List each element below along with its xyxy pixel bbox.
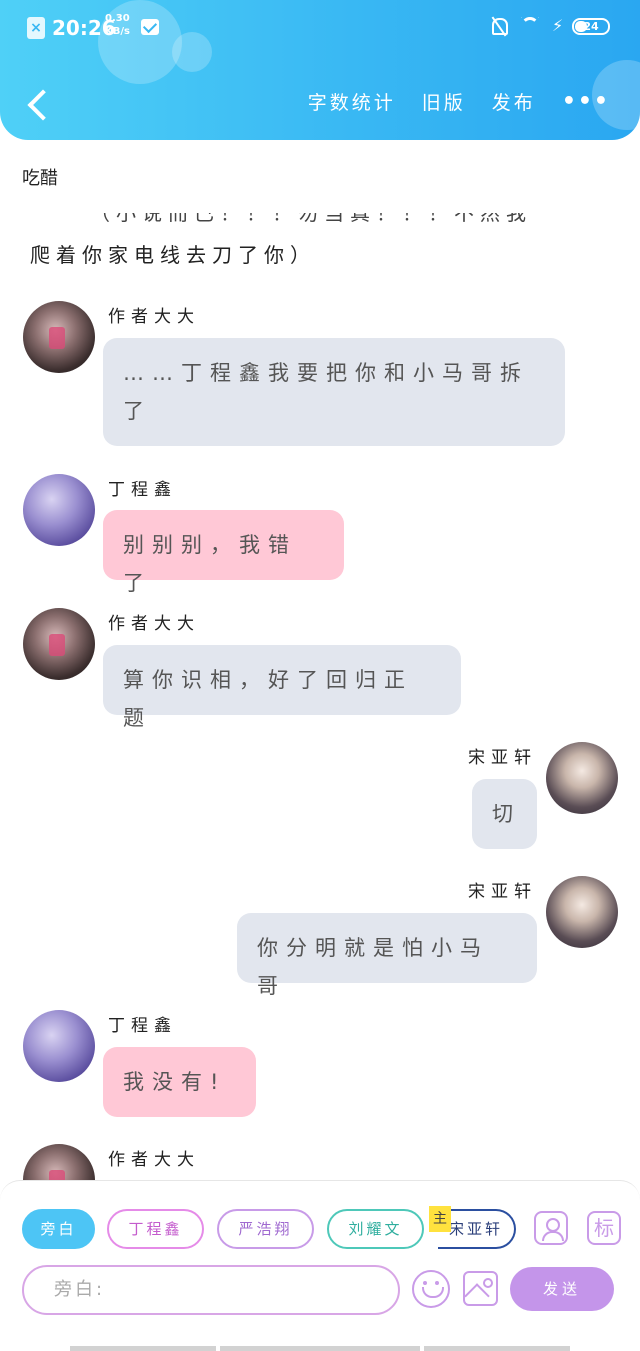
- speaker-name: 作者大大: [108, 1150, 200, 1170]
- wifi-icon: [518, 17, 542, 35]
- message-notification-icon: [141, 19, 159, 35]
- speaker-name: 作者大大: [108, 307, 200, 327]
- emoji-icon[interactable]: [412, 1270, 450, 1308]
- avatar[interactable]: [546, 876, 618, 948]
- message-bubble[interactable]: ……丁程鑫我要把你和小马哥拆了: [103, 338, 565, 446]
- message-bubble[interactable]: 切: [472, 779, 537, 849]
- status-icons: ⚡ 24: [490, 16, 610, 36]
- role-chip-ding[interactable]: 丁程鑫: [107, 1209, 204, 1249]
- speaker-name: 丁程鑫: [108, 1016, 177, 1036]
- send-button[interactable]: 发送: [510, 1267, 614, 1311]
- message-bubble[interactable]: 你分明就是怕小马哥: [237, 913, 537, 998]
- main-character-badge: 主: [429, 1206, 451, 1232]
- speaker-name: 宋亚轩: [468, 882, 537, 902]
- avatar[interactable]: [23, 301, 95, 373]
- app-notification-icon: ×: [27, 17, 45, 39]
- avatar[interactable]: [23, 1144, 95, 1180]
- tag-icon[interactable]: 标: [587, 1211, 621, 1245]
- chat-area[interactable]: 吃醋 （小说而已！！！勿当真！！！不然我 爬着你家电线去刀了你） 作者大大 ………: [0, 140, 640, 1180]
- speaker-name: 作者大大: [108, 614, 200, 634]
- narration-text: （小说而已！！！勿当真！！！不然我 爬着你家电线去刀了你）: [30, 210, 610, 274]
- publish-button[interactable]: 发布: [492, 88, 536, 115]
- message-bubble[interactable]: 我没有!: [103, 1047, 256, 1117]
- narration-cut-line: （小说而已！！！勿当真！！！不然我: [90, 201, 532, 225]
- network-speed: 0.30 KB/s: [105, 13, 130, 37]
- nav-indicator: [70, 1346, 216, 1351]
- status-bar: × 20:26 0.30 KB/s ⚡ 24: [0, 0, 640, 56]
- nav-indicator: [424, 1346, 570, 1351]
- speaker-name: 宋亚轩: [468, 748, 537, 768]
- back-icon[interactable]: [24, 86, 52, 126]
- top-app-bar: × 20:26 0.30 KB/s ⚡ 24 字数统计 旧版 发布 •••: [0, 0, 640, 140]
- role-chip-liu[interactable]: 刘耀文: [327, 1209, 424, 1249]
- message-input[interactable]: 旁白:: [22, 1265, 400, 1315]
- role-chip-narration[interactable]: 旁白: [22, 1209, 95, 1249]
- toolbar-actions: 字数统计 旧版 发布 •••: [308, 88, 610, 115]
- character-manage-icon[interactable]: [534, 1211, 568, 1245]
- composer-panel: 旁白 丁程鑫 严浩翔 刘耀文 宋亚轩 标 旁白: 发送: [0, 1180, 640, 1351]
- speaker-name: 丁程鑫: [108, 480, 177, 500]
- image-icon[interactable]: [463, 1271, 498, 1306]
- avatar[interactable]: [23, 1010, 95, 1082]
- more-icon[interactable]: •••: [562, 89, 610, 114]
- avatar[interactable]: [23, 608, 95, 680]
- charging-icon: ⚡: [552, 16, 564, 35]
- avatar[interactable]: [23, 474, 95, 546]
- nav-indicator: [220, 1346, 420, 1351]
- message-bubble[interactable]: 别别别，我错了: [103, 510, 344, 595]
- battery-icon: 24: [572, 17, 610, 35]
- role-chip-yan[interactable]: 严浩翔: [217, 1209, 314, 1249]
- avatar[interactable]: [546, 742, 618, 814]
- word-count-button[interactable]: 字数统计: [308, 88, 396, 115]
- mute-bell-icon: [490, 16, 508, 36]
- story-title: 吃醋: [22, 168, 58, 189]
- message-bubble[interactable]: 算你识相，好了回归正题: [103, 645, 461, 730]
- old-version-button[interactable]: 旧版: [422, 88, 466, 115]
